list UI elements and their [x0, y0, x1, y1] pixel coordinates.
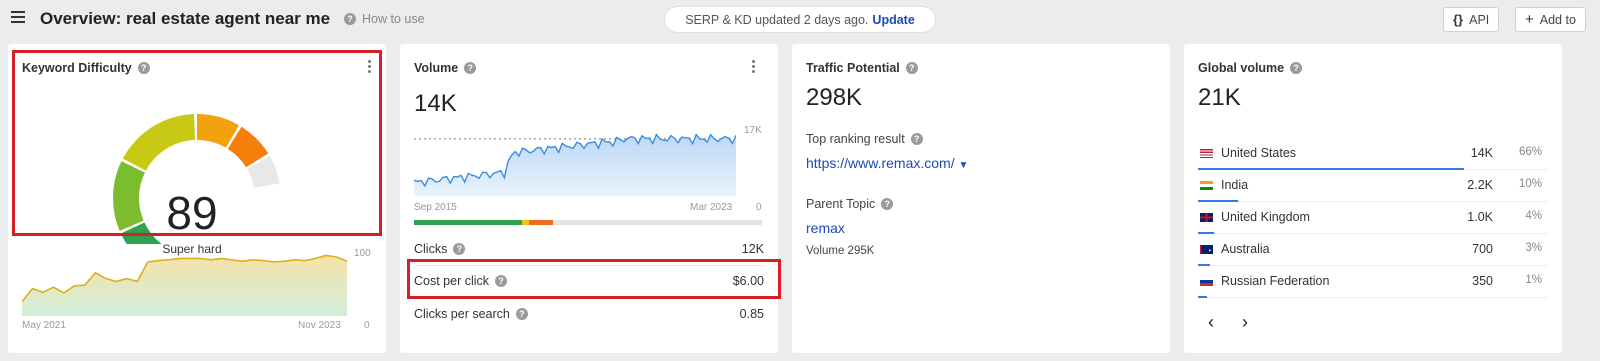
volume-card: Volume ? 14K 17K 0 Sep 2015 Mar 2023 Cli…	[400, 44, 781, 353]
api-button[interactable]: {} API	[1443, 7, 1500, 32]
top-ranking-label: Top ranking result	[806, 132, 905, 146]
help-icon[interactable]: ?	[453, 243, 466, 255]
country-volume: 1.0K	[1467, 210, 1493, 224]
cps-value: 0.85	[739, 307, 764, 321]
update-banner: SERP & KD updated 2 days ago. Update	[665, 7, 935, 32]
parent-topic-label-row: Parent Topic ?	[806, 197, 894, 211]
country-row[interactable]: United States 14K 66%	[1198, 138, 1548, 170]
help-icon[interactable]: ?	[905, 62, 918, 74]
country-percent: 4%	[1525, 210, 1542, 222]
flag-icon-us	[1200, 149, 1213, 158]
kd-trend-y-min: 0	[364, 320, 370, 331]
clicks-label: Clicks	[414, 242, 448, 256]
row-divider	[1198, 297, 1548, 298]
country-volume: 14K	[1470, 146, 1493, 160]
traffic-title: Traffic Potential ?	[806, 61, 918, 75]
help-icon[interactable]: ?	[881, 198, 894, 210]
traffic-potential-card: Traffic Potential ? 298K Top ranking res…	[792, 44, 1170, 353]
help-icon[interactable]: ?	[910, 133, 923, 145]
kd-trend-chart	[22, 254, 347, 316]
more-options-icon[interactable]	[752, 60, 756, 75]
help-icon[interactable]: ?	[464, 62, 477, 74]
volume-trend-chart	[414, 133, 736, 196]
traffic-title-label: Traffic Potential	[806, 61, 900, 75]
country-percent: 66%	[1518, 146, 1542, 158]
update-link[interactable]: Update	[872, 13, 914, 27]
help-icon[interactable]: ?	[515, 308, 528, 320]
country-name: United States	[1221, 146, 1297, 160]
global-value: 21K	[1198, 84, 1241, 111]
country-row[interactable]: India 2.2K 10%	[1198, 170, 1548, 202]
how-to-use-label: How to use	[362, 12, 425, 26]
country-percent: 3%	[1525, 242, 1542, 254]
intent-bar-segment	[528, 220, 554, 225]
intent-bar-segment	[553, 220, 762, 225]
top-ranking-url[interactable]: https://www.remax.com/ ▼	[806, 155, 968, 171]
metric-clicks-per-search: Clicks per search? 0.85	[414, 307, 764, 321]
country-row[interactable]: Australia 700 3%	[1198, 234, 1548, 266]
volume-y-min: 0	[756, 202, 762, 213]
flag-icon-ru	[1200, 277, 1213, 286]
volume-title: Volume ?	[414, 61, 477, 75]
prev-page-icon[interactable]: ‹	[1208, 312, 1214, 333]
country-row[interactable]: Russian Federation 350 1%	[1198, 266, 1548, 298]
add-to-button-label: Add to	[1539, 12, 1576, 27]
kd-trend-x-end: Nov 2023	[298, 320, 341, 331]
parent-topic-label: Parent Topic	[806, 197, 876, 211]
top-ranking-label-row: Top ranking result ?	[806, 132, 923, 146]
help-icon[interactable]: ?	[1290, 62, 1303, 74]
highlight-box-kd	[12, 50, 382, 236]
menu-icon[interactable]	[11, 11, 25, 23]
volume-x-end: Mar 2023	[690, 202, 733, 213]
intent-bar-segment	[414, 220, 522, 225]
parent-topic-volume: Volume 295K	[806, 245, 875, 257]
kd-trend-area	[22, 255, 347, 316]
highlight-box-cpc	[407, 259, 781, 299]
country-percent: 1%	[1525, 274, 1542, 286]
volume-y-max: 17K	[744, 125, 762, 136]
flag-icon-in	[1200, 181, 1213, 190]
cps-label: Clicks per search	[414, 307, 510, 321]
country-percent: 10%	[1518, 178, 1542, 190]
global-title-label: Global volume	[1198, 61, 1285, 75]
global-volume-card: Global volume ? 21K United States 14K 66% I…	[1184, 44, 1562, 353]
flag-icon-gb	[1200, 213, 1213, 222]
metric-clicks: Clicks? 12K	[414, 242, 764, 256]
volume-title-label: Volume	[414, 61, 459, 75]
flag-icon-au	[1200, 245, 1213, 254]
country-name: Russian Federation	[1221, 274, 1330, 288]
intent-bar	[414, 220, 762, 225]
parent-topic-link[interactable]: remax	[806, 220, 845, 236]
next-page-icon[interactable]: ›	[1242, 312, 1248, 333]
top-ranking-url-text: https://www.remax.com/	[806, 155, 955, 171]
volume-x-start: Sep 2015	[414, 202, 457, 213]
country-name: India	[1221, 178, 1249, 192]
country-volume: 2.2K	[1467, 178, 1493, 192]
volume-area	[414, 134, 736, 196]
plus-icon: +	[1525, 11, 1534, 28]
clicks-value: 12K	[741, 242, 764, 256]
braces-icon: {}	[1453, 12, 1464, 27]
country-volume: 350	[1472, 274, 1493, 288]
add-to-button[interactable]: + Add to	[1515, 7, 1586, 32]
caret-down-icon[interactable]: ▼	[958, 160, 968, 171]
help-icon: ?	[344, 13, 356, 25]
global-title: Global volume ?	[1198, 61, 1303, 75]
intent-bar-segment	[521, 220, 529, 225]
country-volume: 700	[1472, 242, 1493, 256]
country-share-bar	[1198, 296, 1207, 298]
country-name: Australia	[1221, 242, 1270, 256]
traffic-value: 298K	[806, 84, 863, 111]
page-title: Overview: real estate agent near me	[40, 9, 331, 28]
volume-value: 14K	[414, 90, 457, 117]
how-to-use-link[interactable]: ? How to use	[344, 12, 425, 26]
kd-trend-x-start: May 2021	[22, 320, 66, 331]
keyword-difficulty-card: Keyword Difficulty ? 89 Super hard 100 0…	[8, 44, 386, 353]
api-button-label: API	[1469, 12, 1490, 27]
country-row[interactable]: United Kingdom 1.0K 4%	[1198, 202, 1548, 234]
country-name: United Kingdom	[1221, 210, 1310, 224]
update-status-text: SERP & KD updated 2 days ago.	[685, 12, 869, 27]
kd-trend-y-max: 100	[354, 248, 371, 259]
top-bar: Overview: real estate agent near me ? Ho…	[0, 0, 1600, 40]
